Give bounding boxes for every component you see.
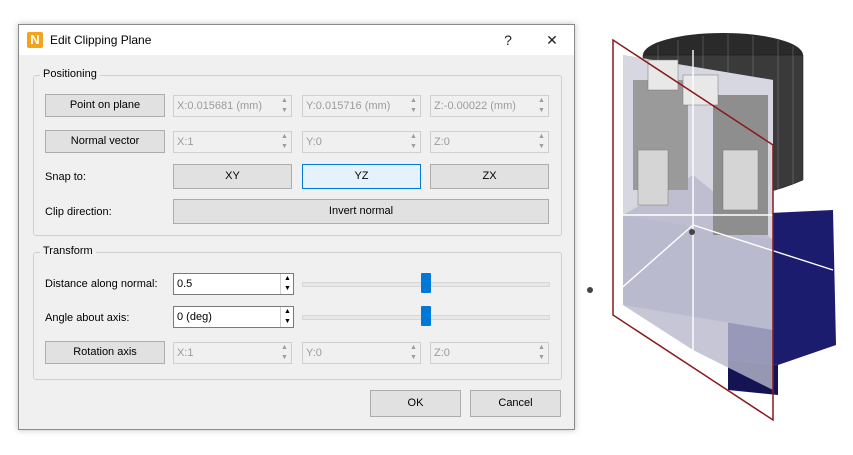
transform-group-title: Transform bbox=[40, 245, 96, 257]
distance-field[interactable]: 0.5 ▲ ▼ bbox=[173, 273, 294, 295]
snap-to-label: Snap to: bbox=[45, 171, 86, 183]
dialog-title: Edit Clipping Plane bbox=[50, 33, 152, 47]
spin-up-icon[interactable]: ▲ bbox=[407, 96, 420, 106]
spin-up-icon[interactable]: ▲ bbox=[407, 343, 420, 353]
axis-y-field[interactable]: Y:0 ▲ ▼ bbox=[302, 342, 421, 364]
interior-block bbox=[647, 59, 679, 91]
axis-y-value: Y:0 bbox=[306, 347, 322, 359]
point-y-field[interactable]: Y:0.015716 (mm) ▲ ▼ bbox=[302, 95, 421, 117]
model-viewport[interactable] bbox=[578, 0, 853, 455]
point-x-field[interactable]: X:0.015681 (mm) ▲ ▼ bbox=[173, 95, 292, 117]
normal-y-field[interactable]: Y:0 ▲ ▼ bbox=[302, 131, 421, 153]
spin-down-icon[interactable]: ▼ bbox=[278, 353, 291, 363]
distance-value: 0.5 bbox=[177, 278, 193, 290]
spin-up-icon[interactable]: ▲ bbox=[278, 96, 291, 106]
invert-normal-button[interactable]: Invert normal bbox=[173, 199, 549, 224]
axis-z-field[interactable]: Z:0 ▲ ▼ bbox=[430, 342, 549, 364]
spin-down-icon[interactable]: ▼ bbox=[407, 106, 420, 116]
distance-along-normal-label: Distance along normal: bbox=[45, 278, 158, 290]
angle-about-axis-label: Angle about axis: bbox=[45, 312, 130, 324]
snap-zx-button[interactable]: ZX bbox=[430, 164, 549, 189]
spin-down-icon[interactable]: ▼ bbox=[407, 353, 420, 363]
spin-down-icon[interactable]: ▼ bbox=[407, 142, 420, 152]
close-icon[interactable]: ✕ bbox=[541, 30, 563, 50]
spin-up-icon[interactable]: ▲ bbox=[278, 343, 291, 353]
point-z-field[interactable]: Z:-0.00022 (mm) ▲ ▼ bbox=[430, 95, 549, 117]
edit-clipping-plane-dialog: N Edit Clipping Plane ? ✕ Positioning Po… bbox=[18, 24, 575, 430]
spin-down-icon[interactable]: ▼ bbox=[278, 106, 291, 116]
plane-center-marker[interactable] bbox=[689, 229, 695, 235]
spin-up-icon[interactable]: ▲ bbox=[535, 96, 548, 106]
point-x-value: X:0.015681 (mm) bbox=[177, 100, 262, 112]
snap-xy-button[interactable]: XY bbox=[173, 164, 292, 189]
help-button[interactable]: ? bbox=[497, 30, 519, 50]
positioning-group-title: Positioning bbox=[40, 68, 100, 80]
angle-value: 0 (deg) bbox=[177, 311, 212, 323]
cancel-button[interactable]: Cancel bbox=[470, 390, 561, 417]
point-z-value: Z:-0.00022 (mm) bbox=[434, 100, 516, 112]
rotation-axis-button[interactable]: Rotation axis bbox=[45, 341, 165, 364]
title-bar[interactable]: N Edit Clipping Plane ? ✕ bbox=[19, 25, 574, 55]
point-on-plane-button[interactable]: Point on plane bbox=[45, 94, 165, 117]
snap-yz-button[interactable]: YZ bbox=[302, 164, 421, 189]
normal-x-value: X:1 bbox=[177, 136, 194, 148]
app-logo-icon: N bbox=[27, 32, 43, 48]
normal-y-value: Y:0 bbox=[306, 136, 322, 148]
angle-field[interactable]: 0 (deg) ▲ ▼ bbox=[173, 306, 294, 328]
normal-vector-button[interactable]: Normal vector bbox=[45, 130, 165, 153]
spin-up-icon[interactable]: ▲ bbox=[280, 307, 294, 317]
slider-thumb[interactable] bbox=[421, 273, 431, 293]
spin-up-icon[interactable]: ▲ bbox=[280, 274, 294, 284]
normal-z-field[interactable]: Z:0 ▲ ▼ bbox=[430, 131, 549, 153]
axis-x-field[interactable]: X:1 ▲ ▼ bbox=[173, 342, 292, 364]
spin-down-icon[interactable]: ▼ bbox=[280, 317, 294, 327]
ok-button[interactable]: OK bbox=[370, 390, 461, 417]
distance-slider[interactable] bbox=[302, 273, 550, 293]
axis-z-value: Z:0 bbox=[434, 347, 450, 359]
spin-down-icon[interactable]: ▼ bbox=[535, 106, 548, 116]
pivot-marker[interactable] bbox=[587, 287, 593, 293]
clip-direction-label: Clip direction: bbox=[45, 206, 112, 218]
spin-up-icon[interactable]: ▲ bbox=[535, 132, 548, 142]
spin-down-icon[interactable]: ▼ bbox=[278, 142, 291, 152]
spin-down-icon[interactable]: ▼ bbox=[280, 284, 294, 294]
axis-x-value: X:1 bbox=[177, 347, 194, 359]
angle-slider[interactable] bbox=[302, 306, 550, 326]
point-y-value: Y:0.015716 (mm) bbox=[306, 100, 391, 112]
spin-up-icon[interactable]: ▲ bbox=[407, 132, 420, 142]
spin-up-icon[interactable]: ▲ bbox=[278, 132, 291, 142]
slider-thumb[interactable] bbox=[421, 306, 431, 326]
spin-up-icon[interactable]: ▲ bbox=[535, 343, 548, 353]
normal-x-field[interactable]: X:1 ▲ ▼ bbox=[173, 131, 292, 153]
spin-down-icon[interactable]: ▼ bbox=[535, 353, 548, 363]
normal-z-value: Z:0 bbox=[434, 136, 450, 148]
spin-down-icon[interactable]: ▼ bbox=[535, 142, 548, 152]
interior-pillar bbox=[637, 149, 669, 206]
interior-pillar bbox=[722, 149, 759, 211]
